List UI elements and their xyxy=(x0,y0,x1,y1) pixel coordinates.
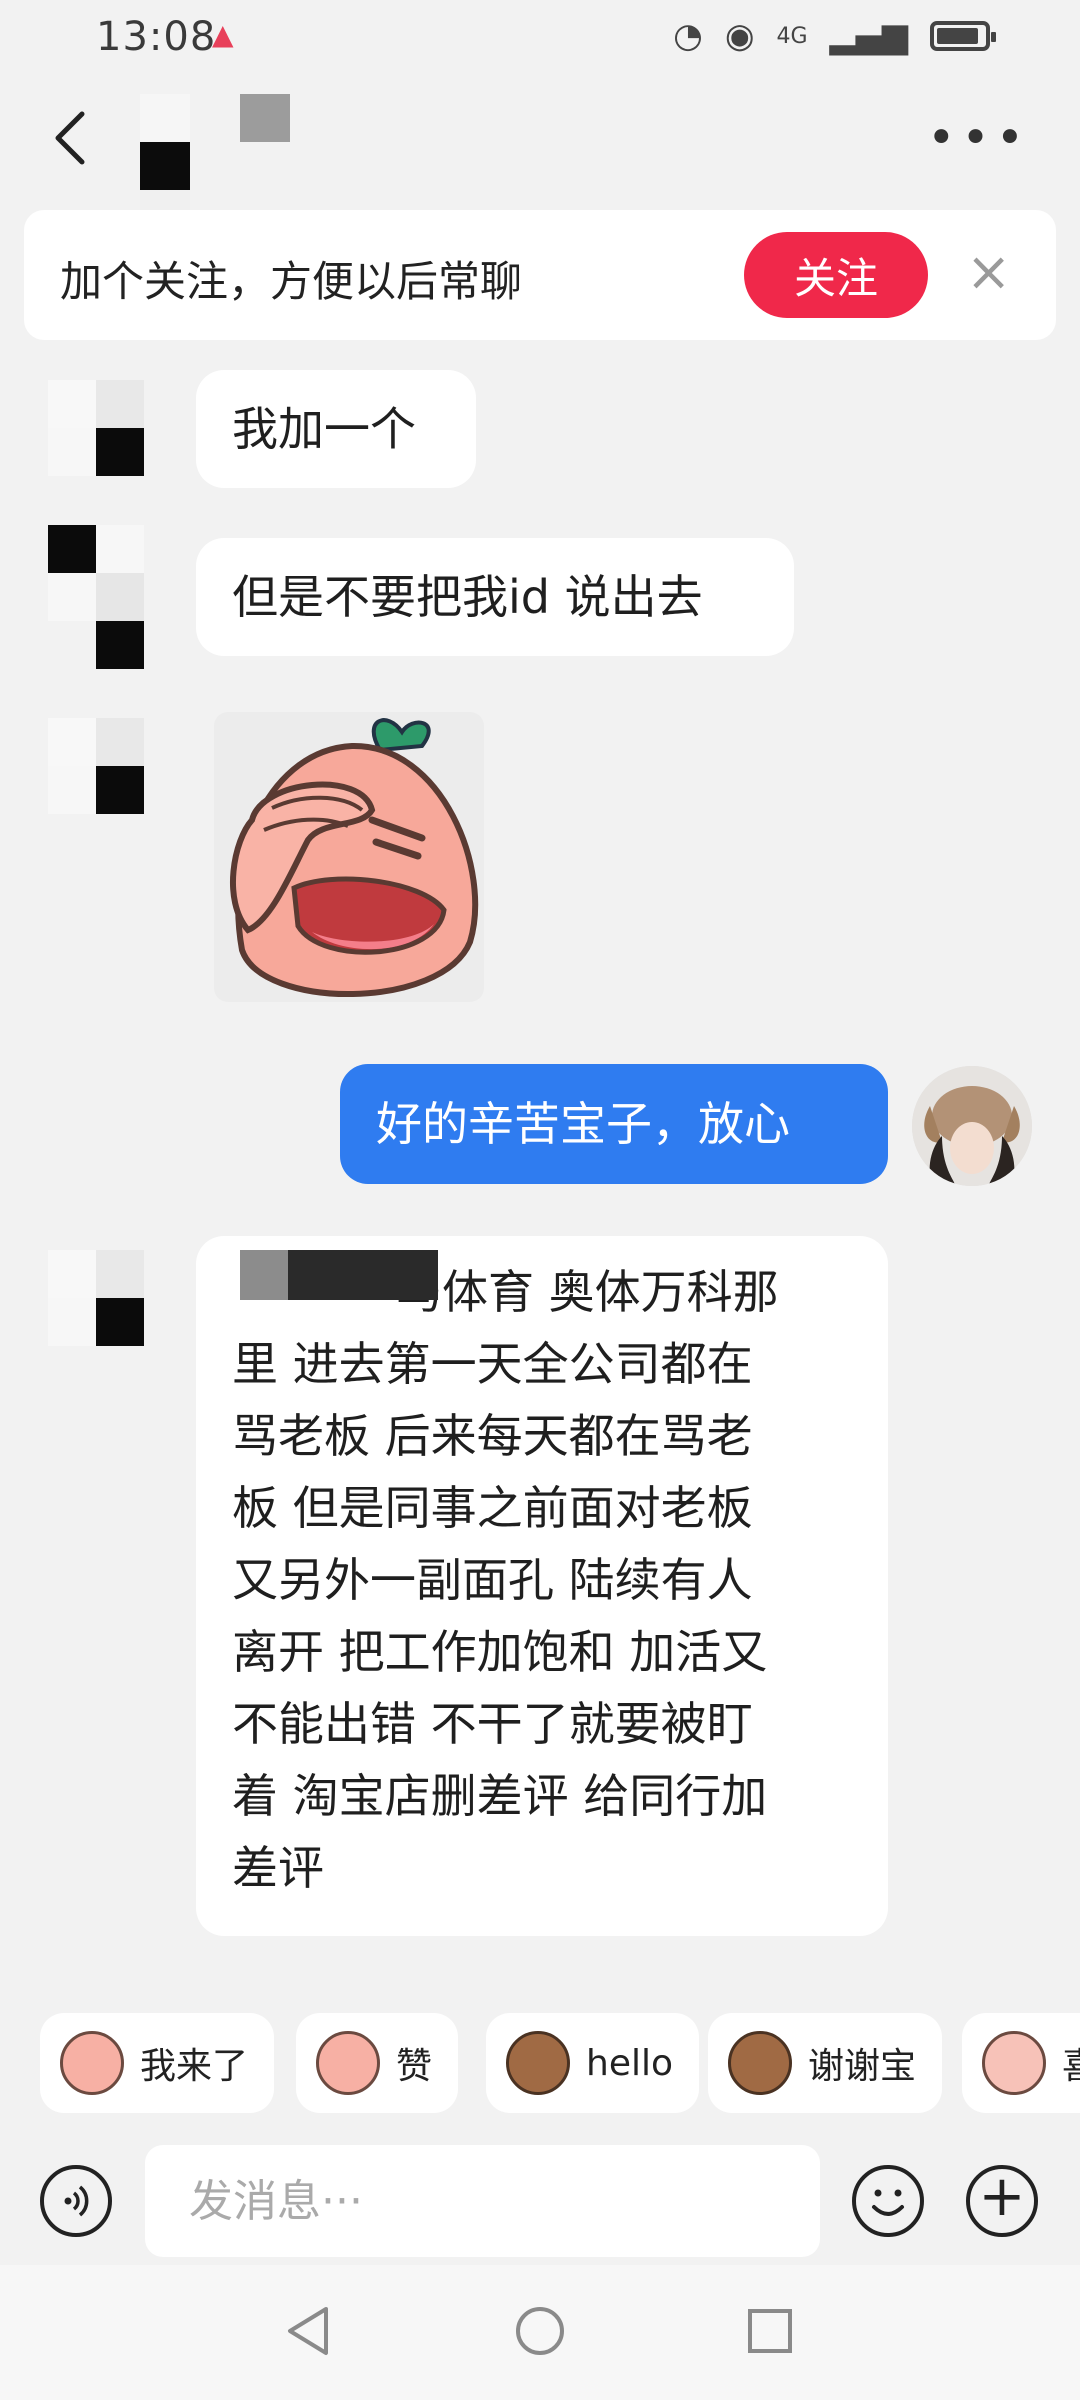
my-avatar[interactable] xyxy=(912,1066,1032,1186)
battery-icon xyxy=(930,21,996,51)
chat-header: ••• xyxy=(0,80,1080,210)
quick-reply-label: 我来了 xyxy=(140,2046,249,2087)
eye-icon: ◉ xyxy=(724,16,755,56)
quick-reply-chip[interactable]: 谢谢宝 xyxy=(708,2013,943,2113)
monkey-sticker-icon xyxy=(728,2031,792,2095)
message-line: 骂老板 后来每天都在骂老 xyxy=(232,1409,753,1463)
system-nav-bar xyxy=(0,2265,1080,2400)
follow-prompt-card: 加个关注，方便以后常聊 关注 × xyxy=(24,210,1056,340)
peach-sticker-icon xyxy=(982,2031,1046,2095)
avatar-photo-icon xyxy=(912,1066,1032,1186)
network-label: 4G xyxy=(776,23,808,49)
message-line: 又另外一副面孔 陆续有人 xyxy=(232,1553,753,1607)
message-line: 不能出错 不干了就要被盯 xyxy=(232,1697,753,1751)
smiley-icon xyxy=(872,2189,904,2216)
message-line: 差评 xyxy=(232,1841,324,1895)
nav-recents-icon[interactable] xyxy=(746,2307,794,2355)
quick-reply-label: 喜 xyxy=(1062,2037,1080,2089)
facepalm-peach-sticker[interactable] xyxy=(212,710,492,1010)
notification-icon: ▲ xyxy=(212,18,234,51)
quick-reply-chip[interactable]: 喜 xyxy=(962,2013,1080,2113)
message-line: 离开 把工作加饱和 加活又 xyxy=(232,1625,768,1679)
status-bar: 13:08 ▲ ◔ ◉ 4G ▂▄▆ xyxy=(0,0,1080,80)
nav-home-icon[interactable] xyxy=(514,2305,566,2357)
quick-reply-chip[interactable]: 我来了 xyxy=(40,2013,275,2113)
signal-icon: ▂▄▆ xyxy=(829,16,908,56)
message-bubble[interactable]: 我加一个 xyxy=(196,370,476,488)
my-message-bubble[interactable]: 好的辛苦宝子，放心 xyxy=(340,1064,888,1184)
close-icon[interactable]: × xyxy=(966,240,1011,303)
message-bubble[interactable]: 马体育 奥体万科那 里 进去第一天全公司都在 骂老板 后来每天都在骂老 板 但是… xyxy=(196,1236,888,1936)
add-icon[interactable]: + xyxy=(966,2165,1038,2237)
quick-reply-label: 赞 xyxy=(396,2046,433,2087)
quick-reply-label: 谢谢宝 xyxy=(808,2046,917,2087)
follow-prompt-text: 加个关注，方便以后常聊 xyxy=(60,257,523,306)
message-line: 里 进去第一天全公司都在 xyxy=(232,1337,753,1391)
sound-wave-icon xyxy=(64,2185,89,2217)
message-line: 着 淘宝店删差评 给同行加 xyxy=(232,1769,768,1823)
contact-avatar[interactable] xyxy=(48,718,144,814)
contact-avatar[interactable] xyxy=(48,525,144,669)
nav-back-icon[interactable] xyxy=(284,2305,332,2357)
status-icons: ◔ ◉ 4G ▂▄▆ xyxy=(673,16,996,56)
speed-icon: ◔ xyxy=(673,16,703,56)
monkey-sticker-icon xyxy=(506,2031,570,2095)
peach-sticker-icon xyxy=(60,2031,124,2095)
peach-sticker-icon xyxy=(316,2031,380,2095)
input-bar: + xyxy=(0,2135,1080,2265)
quick-reply-chip[interactable]: 赞 xyxy=(296,2013,459,2113)
redacted-text-block xyxy=(240,1250,440,1300)
message-line: 板 但是同事之前面对老板 xyxy=(232,1481,753,1535)
message-input[interactable] xyxy=(145,2145,820,2257)
quick-reply-chip[interactable]: hello xyxy=(486,2013,699,2113)
more-options-icon[interactable]: ••• xyxy=(927,110,1030,166)
status-time: 13:08 xyxy=(96,14,217,60)
contact-avatar[interactable] xyxy=(48,380,144,476)
contact-avatar[interactable] xyxy=(48,1250,144,1346)
follow-button[interactable]: 关注 xyxy=(744,232,928,318)
message-bubble[interactable]: 但是不要把我id 说出去 xyxy=(196,538,794,656)
voice-icon[interactable] xyxy=(40,2165,112,2237)
quick-reply-label: hello xyxy=(586,2042,673,2084)
back-arrow-icon[interactable] xyxy=(44,108,104,168)
quick-reply-bar: 我来了 赞 hello 谢谢宝 喜 xyxy=(0,1985,1080,2135)
emoji-icon[interactable] xyxy=(852,2165,924,2237)
